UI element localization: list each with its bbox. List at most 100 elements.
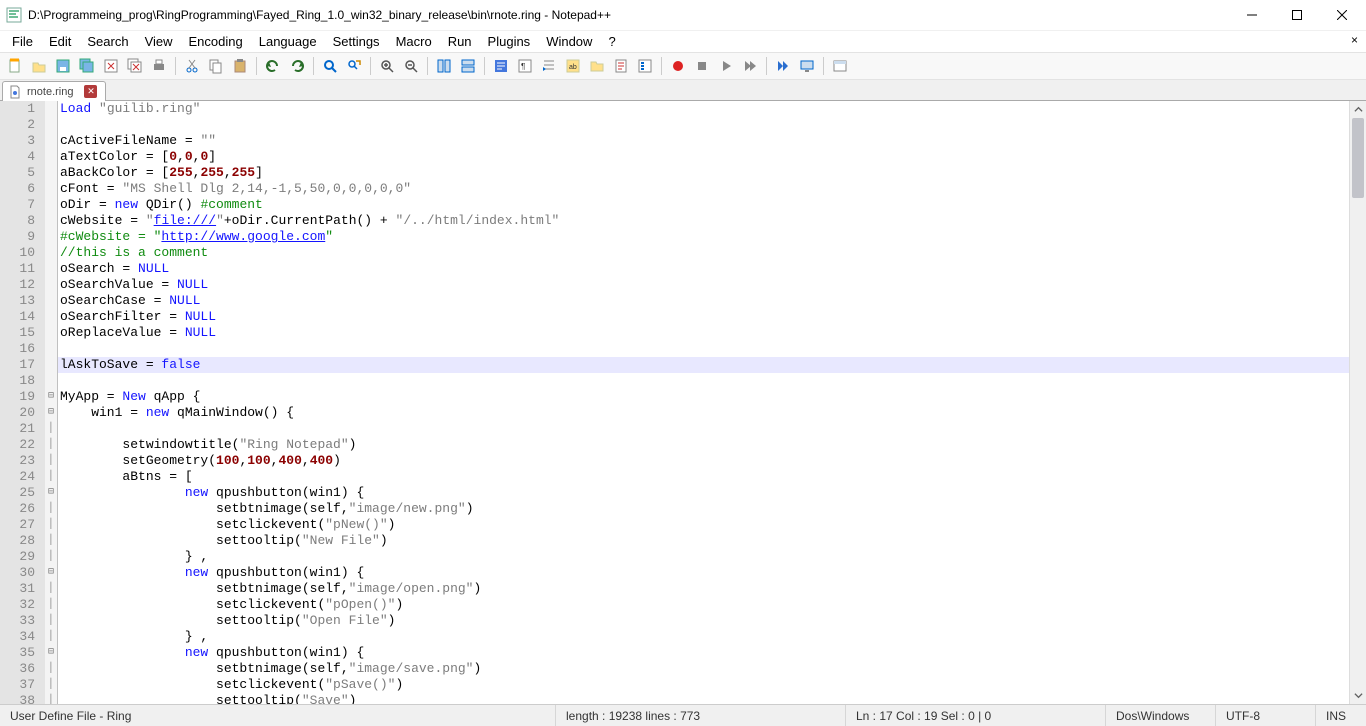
menu-search[interactable]: Search [79,32,136,51]
stop-icon[interactable] [691,55,713,77]
find-icon[interactable] [319,55,341,77]
code-line[interactable]: 16 [0,341,1349,357]
line-text[interactable]: aBtns = [ [58,469,193,485]
sync-h-icon[interactable] [457,55,479,77]
close-icon[interactable] [100,55,122,77]
doc-map-icon[interactable] [610,55,632,77]
file-tab[interactable]: rnote.ring ✕ [2,81,106,101]
scroll-up-icon[interactable] [1350,101,1366,118]
tab-close-icon[interactable]: ✕ [84,85,97,98]
redo-icon[interactable] [286,55,308,77]
code-line[interactable]: 27│ setclickevent("pNew()") [0,517,1349,533]
line-text[interactable]: oDir = new QDir() #comment [58,197,263,213]
line-text[interactable]: settooltip("Save") [58,693,356,704]
line-text[interactable]: settooltip("Open File") [58,613,395,629]
code-line[interactable]: 37│ setclickevent("pSave()") [0,677,1349,693]
monitor-icon[interactable] [796,55,818,77]
play-icon[interactable] [715,55,737,77]
line-text[interactable]: setclickevent("pNew()") [58,517,395,533]
copy-icon[interactable] [205,55,227,77]
line-text[interactable]: setbtnimage(self,"image/new.png") [58,501,474,517]
save-all-icon[interactable] [76,55,98,77]
code-line[interactable]: 10//this is a comment [0,245,1349,261]
line-text[interactable]: new qpushbutton(win1) { [58,565,364,581]
code-line[interactable]: 25⊟ new qpushbutton(win1) { [0,485,1349,501]
code-line[interactable]: 29│ } , [0,549,1349,565]
line-text[interactable]: Load "guilib.ring" [58,101,200,117]
line-text[interactable] [58,341,60,357]
code-line[interactable]: 5aBackColor = [255,255,255] [0,165,1349,181]
line-text[interactable]: } , [58,629,208,645]
code-line[interactable]: 12oSearchValue = NULL [0,277,1349,293]
line-text[interactable]: oSearchCase = NULL [58,293,200,309]
replace-icon[interactable] [343,55,365,77]
line-text[interactable]: oReplaceValue = NULL [58,325,216,341]
record-icon[interactable] [667,55,689,77]
code-line[interactable]: 38│ settooltip("Save") [0,693,1349,704]
code-line[interactable]: 32│ setclickevent("pOpen()") [0,597,1349,613]
line-text[interactable]: setclickevent("pOpen()") [58,597,403,613]
code-line[interactable]: 7oDir = new QDir() #comment [0,197,1349,213]
code-line[interactable]: 11oSearch = NULL [0,261,1349,277]
line-text[interactable]: } , [58,549,208,565]
scroll-down-icon[interactable] [1350,687,1366,704]
line-text[interactable]: //this is a comment [58,245,208,261]
line-text[interactable]: new qpushbutton(win1) { [58,645,364,661]
code-line[interactable]: 26│ setbtnimage(self,"image/new.png") [0,501,1349,517]
line-text[interactable] [58,373,60,389]
code-line[interactable]: 33│ settooltip("Open File") [0,613,1349,629]
sync-v-icon[interactable] [433,55,455,77]
zoom-in-icon[interactable] [376,55,398,77]
code-line[interactable]: 2 [0,117,1349,133]
zoom-out-icon[interactable] [400,55,422,77]
menu-help[interactable]: ? [600,32,623,51]
line-text[interactable]: setbtnimage(self,"image/save.png") [58,661,481,677]
code-line[interactable]: 28│ settooltip("New File") [0,533,1349,549]
code-line[interactable]: 34│ } , [0,629,1349,645]
line-text[interactable]: setclickevent("pSave()") [58,677,403,693]
menu-window[interactable]: Window [538,32,600,51]
save-icon[interactable] [52,55,74,77]
code-line[interactable]: 24│ aBtns = [ [0,469,1349,485]
code-line[interactable]: 9#cWebsite = "http://www.google.com" [0,229,1349,245]
maximize-button[interactable] [1274,0,1319,30]
code-line[interactable]: 20⊟ win1 = new qMainWindow() { [0,405,1349,421]
line-text[interactable]: #cWebsite = "http://www.google.com" [58,229,333,245]
code-line[interactable]: 21│ [0,421,1349,437]
code-line[interactable]: 22│ setwindowtitle("Ring Notepad") [0,437,1349,453]
line-text[interactable] [58,421,60,437]
code-line[interactable]: 30⊟ new qpushbutton(win1) { [0,565,1349,581]
menu-file[interactable]: File [4,32,41,51]
code-line[interactable]: 23│ setGeometry(100,100,400,400) [0,453,1349,469]
open-icon[interactable] [28,55,50,77]
play-multi-icon[interactable] [739,55,761,77]
chars-icon[interactable]: ¶ [514,55,536,77]
scroll-thumb[interactable] [1352,118,1364,198]
line-text[interactable]: aTextColor = [0,0,0] [58,149,216,165]
code-line[interactable]: 14oSearchFilter = NULL [0,309,1349,325]
code-line[interactable]: 13oSearchCase = NULL [0,293,1349,309]
line-text[interactable]: oSearchFilter = NULL [58,309,216,325]
fold-marker[interactable]: ⊟ [45,405,58,421]
menu-settings[interactable]: Settings [325,32,388,51]
line-text[interactable]: setwindowtitle("Ring Notepad") [58,437,356,453]
code-line[interactable]: 3cActiveFileName = "" [0,133,1349,149]
paste-icon[interactable] [229,55,251,77]
code-line[interactable]: 18 [0,373,1349,389]
code-line[interactable]: 36│ setbtnimage(self,"image/save.png") [0,661,1349,677]
minimize-button[interactable] [1229,0,1274,30]
undo-icon[interactable] [262,55,284,77]
indent-icon[interactable] [538,55,560,77]
menu-edit[interactable]: Edit [41,32,79,51]
scroll-track[interactable] [1350,118,1366,687]
fold-marker[interactable]: ⊟ [45,389,58,405]
menu-macro[interactable]: Macro [388,32,440,51]
code-editor[interactable]: 1Load "guilib.ring"23cActiveFileName = "… [0,101,1349,704]
menu-run[interactable]: Run [440,32,480,51]
vertical-scrollbar[interactable] [1349,101,1366,704]
line-text[interactable]: settooltip("New File") [58,533,388,549]
line-text[interactable]: setbtnimage(self,"image/open.png") [58,581,481,597]
menu-plugins[interactable]: Plugins [480,32,539,51]
line-text[interactable]: cActiveFileName = "" [58,133,216,149]
close-all-icon[interactable] [124,55,146,77]
